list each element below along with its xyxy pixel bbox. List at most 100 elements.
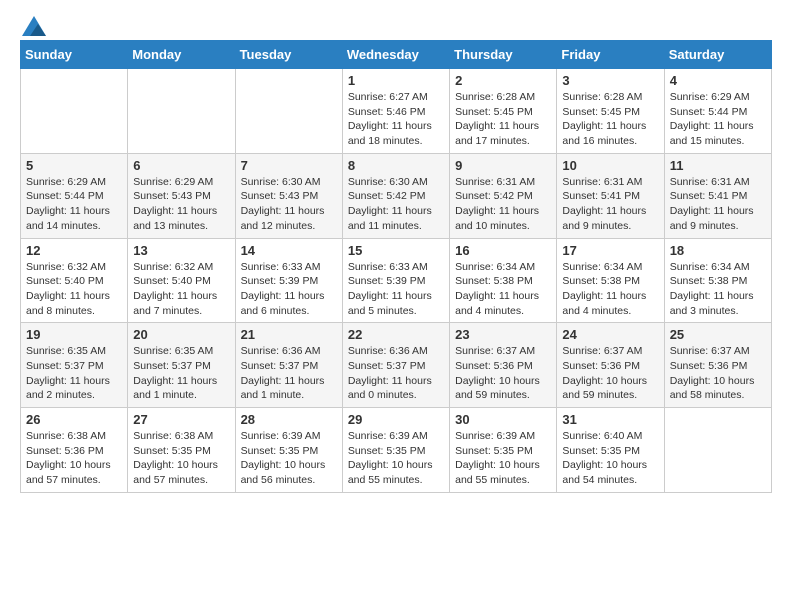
- day-info: Sunrise: 6:37 AM Sunset: 5:36 PM Dayligh…: [670, 344, 766, 403]
- day-number: 21: [241, 327, 337, 342]
- calendar-cell: 17 Sunrise: 6:34 AM Sunset: 5:38 PM Dayli…: [557, 238, 664, 323]
- day-info: Sunrise: 6:36 AM Sunset: 5:37 PM Dayligh…: [241, 344, 337, 403]
- calendar-cell: 20 Sunrise: 6:35 AM Sunset: 5:37 PM Dayli…: [128, 323, 235, 408]
- day-info: Sunrise: 6:31 AM Sunset: 5:41 PM Dayligh…: [562, 175, 658, 234]
- day-info: Sunrise: 6:33 AM Sunset: 5:39 PM Dayligh…: [348, 260, 444, 319]
- day-info: Sunrise: 6:33 AM Sunset: 5:39 PM Dayligh…: [241, 260, 337, 319]
- day-number: 17: [562, 243, 658, 258]
- weekday-header-wednesday: Wednesday: [342, 41, 449, 69]
- day-number: 2: [455, 73, 551, 88]
- weekday-header-row: SundayMondayTuesdayWednesdayThursdayFrid…: [21, 41, 772, 69]
- calendar-week-row: 12 Sunrise: 6:32 AM Sunset: 5:40 PM Dayli…: [21, 238, 772, 323]
- day-info: Sunrise: 6:28 AM Sunset: 5:45 PM Dayligh…: [455, 90, 551, 149]
- day-number: 24: [562, 327, 658, 342]
- calendar-cell: 3Sunrise: 6:28 AM Sunset: 5:45 PM Daylig…: [557, 69, 664, 154]
- day-info: Sunrise: 6:35 AM Sunset: 5:37 PM Dayligh…: [26, 344, 122, 403]
- calendar-cell: 13 Sunrise: 6:32 AM Sunset: 5:40 PM Dayli…: [128, 238, 235, 323]
- calendar-week-row: 5 Sunrise: 6:29 AM Sunset: 5:44 PM Daylig…: [21, 153, 772, 238]
- day-info: Sunrise: 6:38 AM Sunset: 5:36 PM Dayligh…: [26, 429, 122, 488]
- day-number: 27: [133, 412, 229, 427]
- day-number: 18: [670, 243, 766, 258]
- day-number: 15: [348, 243, 444, 258]
- calendar-cell: 26 Sunrise: 6:38 AM Sunset: 5:36 PM Dayli…: [21, 408, 128, 493]
- day-info: Sunrise: 6:38 AM Sunset: 5:35 PM Dayligh…: [133, 429, 229, 488]
- day-info: Sunrise: 6:32 AM Sunset: 5:40 PM Dayligh…: [26, 260, 122, 319]
- calendar-week-row: 19 Sunrise: 6:35 AM Sunset: 5:37 PM Dayli…: [21, 323, 772, 408]
- day-info: Sunrise: 6:36 AM Sunset: 5:37 PM Dayligh…: [348, 344, 444, 403]
- day-info: Sunrise: 6:34 AM Sunset: 5:38 PM Dayligh…: [670, 260, 766, 319]
- calendar-cell: 31Sunrise: 6:40 AM Sunset: 5:35 PM Dayli…: [557, 408, 664, 493]
- day-info: Sunrise: 6:34 AM Sunset: 5:38 PM Dayligh…: [455, 260, 551, 319]
- day-number: 30: [455, 412, 551, 427]
- calendar-cell: [664, 408, 771, 493]
- day-info: Sunrise: 6:32 AM Sunset: 5:40 PM Dayligh…: [133, 260, 229, 319]
- calendar-week-row: 1 Sunrise: 6:27 AM Sunset: 5:46 PM Daylig…: [21, 69, 772, 154]
- day-info: Sunrise: 6:31 AM Sunset: 5:42 PM Dayligh…: [455, 175, 551, 234]
- day-info: Sunrise: 6:35 AM Sunset: 5:37 PM Dayligh…: [133, 344, 229, 403]
- calendar-cell: 27 Sunrise: 6:38 AM Sunset: 5:35 PM Dayli…: [128, 408, 235, 493]
- day-number: 5: [26, 158, 122, 173]
- weekday-header-saturday: Saturday: [664, 41, 771, 69]
- day-number: 26: [26, 412, 122, 427]
- calendar-cell: 19 Sunrise: 6:35 AM Sunset: 5:37 PM Dayli…: [21, 323, 128, 408]
- day-number: 29: [348, 412, 444, 427]
- calendar-cell: 14 Sunrise: 6:33 AM Sunset: 5:39 PM Dayli…: [235, 238, 342, 323]
- day-info: Sunrise: 6:39 AM Sunset: 5:35 PM Dayligh…: [241, 429, 337, 488]
- day-info: Sunrise: 6:37 AM Sunset: 5:36 PM Dayligh…: [455, 344, 551, 403]
- day-number: 13: [133, 243, 229, 258]
- day-info: Sunrise: 6:30 AM Sunset: 5:43 PM Dayligh…: [241, 175, 337, 234]
- day-info: Sunrise: 6:29 AM Sunset: 5:44 PM Dayligh…: [670, 90, 766, 149]
- day-number: 19: [26, 327, 122, 342]
- calendar-cell: 25Sunrise: 6:37 AM Sunset: 5:36 PM Dayli…: [664, 323, 771, 408]
- calendar-cell: 28 Sunrise: 6:39 AM Sunset: 5:35 PM Dayli…: [235, 408, 342, 493]
- day-info: Sunrise: 6:29 AM Sunset: 5:43 PM Dayligh…: [133, 175, 229, 234]
- day-number: 20: [133, 327, 229, 342]
- calendar-cell: 29Sunrise: 6:39 AM Sunset: 5:35 PM Dayli…: [342, 408, 449, 493]
- day-number: 1: [348, 73, 444, 88]
- calendar-cell: 18 Sunrise: 6:34 AM Sunset: 5:38 PM Dayli…: [664, 238, 771, 323]
- calendar-cell: 30Sunrise: 6:39 AM Sunset: 5:35 PM Dayli…: [450, 408, 557, 493]
- calendar-cell: 2 Sunrise: 6:28 AM Sunset: 5:45 PM Daylig…: [450, 69, 557, 154]
- day-number: 11: [670, 158, 766, 173]
- calendar-cell: 12 Sunrise: 6:32 AM Sunset: 5:40 PM Dayli…: [21, 238, 128, 323]
- day-number: 23: [455, 327, 551, 342]
- day-number: 9: [455, 158, 551, 173]
- calendar-cell: 24Sunrise: 6:37 AM Sunset: 5:36 PM Dayli…: [557, 323, 664, 408]
- page-header: [20, 20, 772, 30]
- day-info: Sunrise: 6:30 AM Sunset: 5:42 PM Dayligh…: [348, 175, 444, 234]
- weekday-header-sunday: Sunday: [21, 41, 128, 69]
- day-info: Sunrise: 6:27 AM Sunset: 5:46 PM Dayligh…: [348, 90, 444, 149]
- day-number: 7: [241, 158, 337, 173]
- calendar-cell: 5 Sunrise: 6:29 AM Sunset: 5:44 PM Daylig…: [21, 153, 128, 238]
- day-number: 4: [670, 73, 766, 88]
- day-info: Sunrise: 6:29 AM Sunset: 5:44 PM Dayligh…: [26, 175, 122, 234]
- logo: [20, 20, 46, 30]
- day-number: 16: [455, 243, 551, 258]
- day-info: Sunrise: 6:31 AM Sunset: 5:41 PM Dayligh…: [670, 175, 766, 234]
- calendar-cell: 23 Sunrise: 6:37 AM Sunset: 5:36 PM Dayli…: [450, 323, 557, 408]
- calendar-cell: 7 Sunrise: 6:30 AM Sunset: 5:43 PM Daylig…: [235, 153, 342, 238]
- calendar-cell: 16 Sunrise: 6:34 AM Sunset: 5:38 PM Dayli…: [450, 238, 557, 323]
- calendar-cell: 1 Sunrise: 6:27 AM Sunset: 5:46 PM Daylig…: [342, 69, 449, 154]
- calendar-cell: 15 Sunrise: 6:33 AM Sunset: 5:39 PM Dayli…: [342, 238, 449, 323]
- calendar-cell: 22 Sunrise: 6:36 AM Sunset: 5:37 PM Dayli…: [342, 323, 449, 408]
- calendar-cell: [128, 69, 235, 154]
- day-number: 12: [26, 243, 122, 258]
- day-number: 10: [562, 158, 658, 173]
- day-number: 8: [348, 158, 444, 173]
- calendar-cell: [21, 69, 128, 154]
- calendar-cell: [235, 69, 342, 154]
- weekday-header-friday: Friday: [557, 41, 664, 69]
- day-number: 6: [133, 158, 229, 173]
- day-number: 22: [348, 327, 444, 342]
- weekday-header-tuesday: Tuesday: [235, 41, 342, 69]
- calendar-table: SundayMondayTuesdayWednesdayThursdayFrid…: [20, 40, 772, 493]
- day-info: Sunrise: 6:34 AM Sunset: 5:38 PM Dayligh…: [562, 260, 658, 319]
- calendar-cell: 10 Sunrise: 6:31 AM Sunset: 5:41 PM Dayli…: [557, 153, 664, 238]
- day-number: 14: [241, 243, 337, 258]
- calendar-cell: 9 Sunrise: 6:31 AM Sunset: 5:42 PM Daylig…: [450, 153, 557, 238]
- logo-icon: [22, 16, 46, 36]
- day-number: 28: [241, 412, 337, 427]
- weekday-header-monday: Monday: [128, 41, 235, 69]
- day-info: Sunrise: 6:40 AM Sunset: 5:35 PM Dayligh…: [562, 429, 658, 488]
